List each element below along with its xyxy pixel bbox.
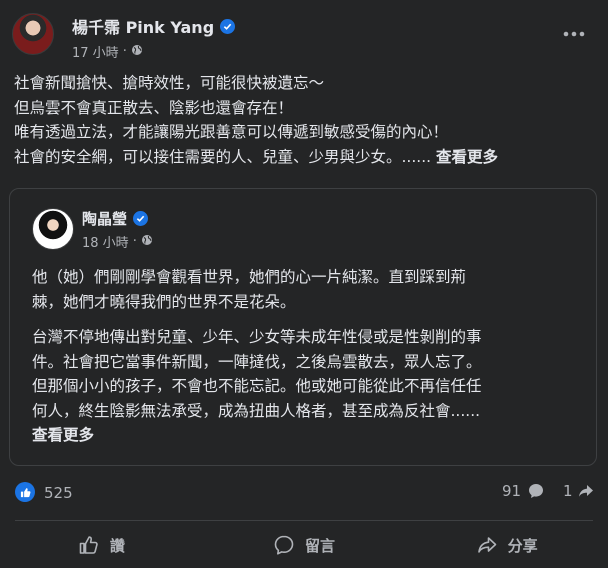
meta-separator: · [132,234,137,249]
like-icon [79,536,98,554]
like-reaction-icon[interactable] [15,482,35,502]
shared-paragraph-2: 台灣不停地傳出對兒童、少年、少女等未成年性侵或是性剝削的事 件。社會把它當事件新… [32,325,588,448]
share-count[interactable]: 1 [563,482,595,500]
share-icon [477,537,496,553]
shared-line: 棘，她們才曉得我們的世界不是花朵。 [32,292,296,311]
like-count[interactable]: 525 [44,484,73,502]
shared-see-more-link[interactable]: 查看更多 [32,426,94,444]
shared-line: 件。社會把它當事件新聞，一陣撻伐，之後烏雲散去，眾人忘了。 [32,352,482,371]
share-count-value: 1 [563,482,573,500]
globe-icon [141,234,153,250]
shared-post-card[interactable]: 陶晶瑩 18 小時 · 他（她）們剛剛學會觀看世界，她們的心一片純潔。直到踩到荊… [9,188,597,466]
shared-post-time[interactable]: 18 小時 [82,232,129,251]
shared-post-meta: 18 小時 · [82,232,153,251]
post-body: 社會新聞搶快、搶時效性，可能很快被遺忘～ 但烏雲不會真正散去、陰影也還會存在！ … [14,71,600,169]
more-icon [563,31,585,37]
comment-icon [274,535,294,555]
comment-button[interactable]: 留言 [203,526,406,564]
see-more-link[interactable]: 查看更多 [436,148,498,166]
meta-separator: · [122,44,127,59]
comment-label: 留言 [305,536,336,555]
shared-line: 何人，終生陰影無法承受，成為扭曲人格者，甚至成為反社會...... [32,401,481,420]
shared-paragraph-1: 他（她）們剛剛學會觀看世界，她們的心一片純潔。直到踩到荊 棘，她們才曉得我們的世… [32,265,588,314]
like-label: 讚 [109,536,125,555]
post-line: 社會新聞搶快、搶時效性，可能很快被遺忘～ [14,74,325,92]
post-line-text: 社會的安全網，可以接住需要的人、兒童、少男與少女。...... [14,147,432,166]
author-avatar[interactable] [12,13,54,55]
share-button[interactable]: 分享 [405,526,608,564]
shared-line: 但那個小小的孩子，不會也不能忘記。他或她可能從此不再信任任 [32,377,482,395]
more-options-button[interactable] [560,20,588,48]
comment-count[interactable]: 91 [502,482,545,500]
shared-line: 他（她）們剛剛學會觀看世界，她們的心一片純潔。直到踩到荊 [32,268,467,286]
post-line: 社會的安全網，可以接住需要的人、兒童、少男與少女。...... 查看更多 [14,145,600,170]
post-line: 但烏雲不會真正散去、陰影也還會存在！ [14,98,294,117]
share-icon [578,485,593,497]
globe-icon [131,44,143,60]
post-line: 唯有透過立法，才能讓陽光跟善意可以傳遞到敏感受傷的內心！ [14,123,449,141]
comment-icon [529,484,544,498]
like-button[interactable]: 讚 [0,526,203,564]
shared-author-name[interactable]: 陶晶瑩 [82,208,127,229]
verified-icon [133,211,149,226]
comment-count-value: 91 [502,482,522,500]
action-divider [15,520,593,521]
post-time[interactable]: 17 小時 [72,42,119,61]
shared-author-name-row: 陶晶瑩 [82,208,149,229]
author-name-row: 楊千霈 Pink Yang [72,14,236,38]
post-meta: 17 小時 · [72,42,143,61]
share-label: 分享 [507,536,538,555]
author-name[interactable]: 楊千霈 Pink Yang [72,14,214,38]
verified-icon [220,18,236,34]
post-header: 楊千霈 Pink Yang 17 小時 · [0,0,608,64]
shared-author-avatar[interactable] [32,208,74,250]
shared-line: 台灣不停地傳出對兒童、少年、少女等未成年性侵或是性剝削的事 [32,328,482,346]
action-bar: 讚 留言 分享 [0,526,608,564]
reaction-stats: 525 91 1 [0,478,608,508]
